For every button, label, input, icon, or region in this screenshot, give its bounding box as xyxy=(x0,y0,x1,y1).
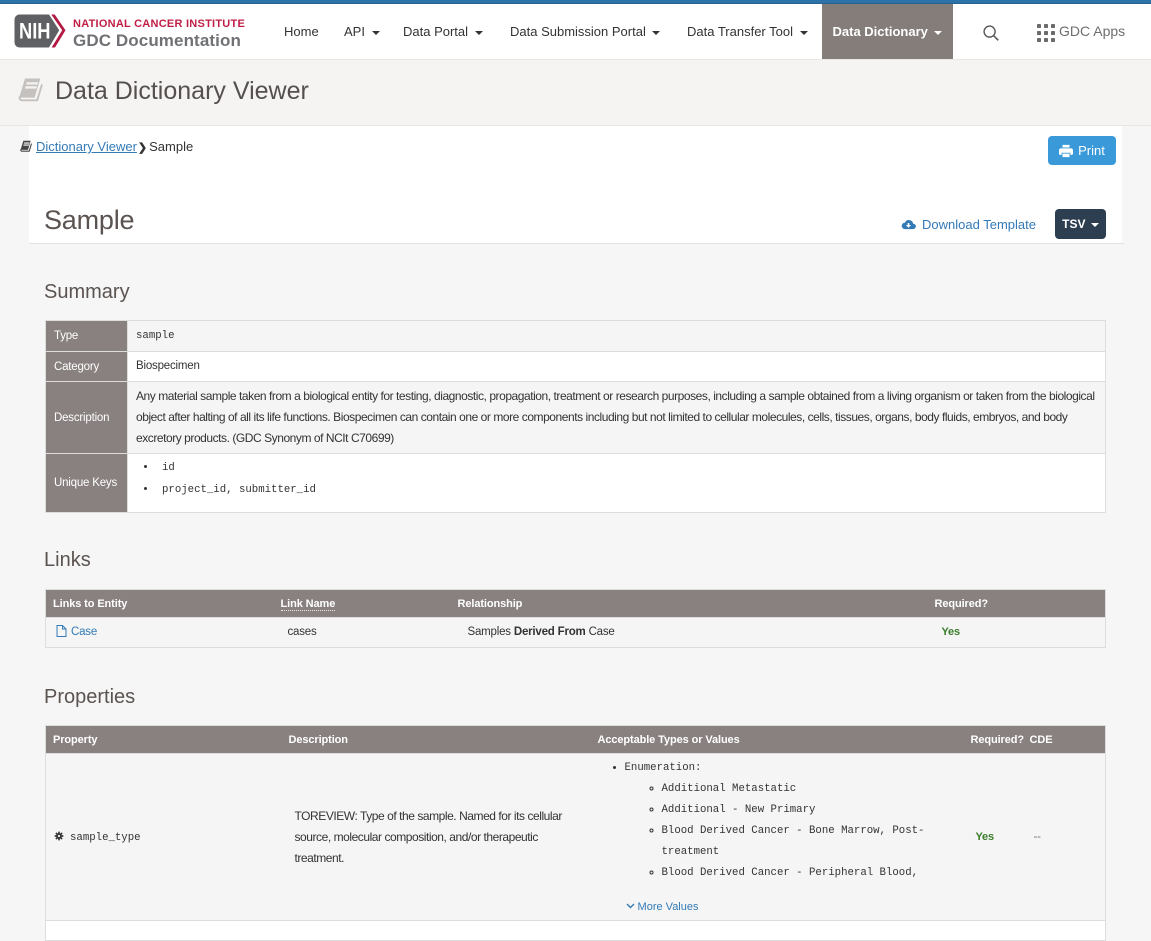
svg-text:NIH: NIH xyxy=(19,19,51,44)
